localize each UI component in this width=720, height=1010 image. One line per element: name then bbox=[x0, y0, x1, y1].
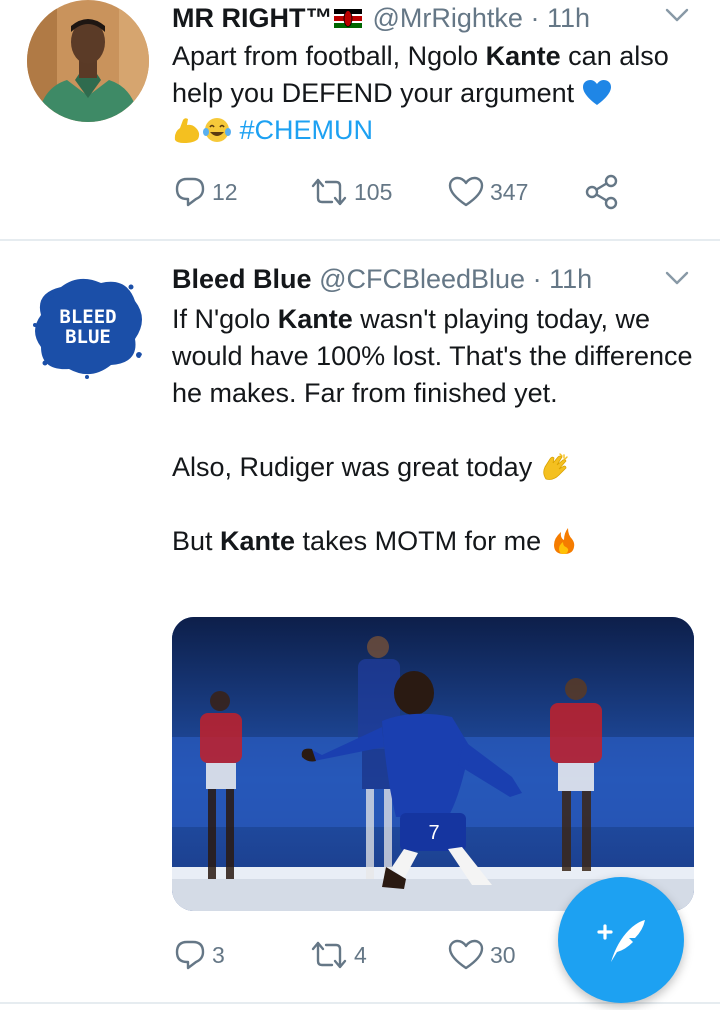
tweet-text-segment: Apart from football, Ngolo bbox=[172, 41, 486, 71]
reply-icon bbox=[175, 940, 205, 970]
reply-button[interactable]: 3 bbox=[174, 935, 225, 975]
reply-count: 3 bbox=[212, 941, 225, 968]
retweet-count: 4 bbox=[354, 941, 367, 968]
retweet-icon bbox=[311, 178, 347, 206]
separator-dot: · bbox=[532, 264, 542, 294]
tweet-media-image[interactable]: 7 bbox=[172, 617, 694, 911]
share-icon bbox=[585, 174, 618, 210]
tweet-paragraph: But Kante takes MOTM for me bbox=[172, 523, 702, 560]
reply-icon bbox=[175, 177, 205, 207]
avatar-text: BLUE bbox=[65, 326, 111, 348]
user-handle[interactable]: @MrRightke bbox=[372, 3, 522, 33]
retweet-icon bbox=[311, 941, 347, 969]
display-name[interactable]: Bleed Blue bbox=[172, 264, 312, 294]
avatar[interactable]: BLEED BLUE bbox=[27, 265, 149, 387]
tweet-text: If N'golo Kante wasn't playing today, we… bbox=[172, 301, 702, 560]
fire-emoji-icon bbox=[553, 528, 574, 554]
tweet-text-segment: If N'golo bbox=[172, 304, 278, 334]
like-button[interactable]: 347 bbox=[448, 172, 528, 212]
tweet-actions: 12 105 347 bbox=[172, 172, 632, 212]
tweet-header: MR RIGHT™ @MrRightke · 11h bbox=[172, 2, 590, 38]
tweet-text-bold: Kante bbox=[220, 526, 296, 556]
tweet-text-segment: takes MOTM for me bbox=[295, 526, 549, 556]
tears-of-joy-emoji-icon bbox=[203, 118, 231, 142]
clapping-hands-emoji-icon bbox=[543, 453, 568, 480]
like-count: 30 bbox=[490, 941, 516, 968]
tweet-paragraph: Also, Rudiger was great today bbox=[172, 449, 702, 486]
tweet-text-bold: Kante bbox=[277, 304, 353, 334]
hashtag-link[interactable]: #CHEMUN bbox=[240, 115, 374, 145]
kenya-flag-icon bbox=[334, 9, 363, 28]
tweet-text-bold: Kante bbox=[485, 41, 561, 71]
share-button[interactable] bbox=[584, 172, 620, 212]
heart-icon bbox=[448, 176, 484, 207]
heart-icon bbox=[448, 939, 484, 970]
reply-count: 12 bbox=[212, 178, 238, 205]
reply-button[interactable]: 12 bbox=[174, 172, 238, 212]
svg-text:7: 7 bbox=[428, 822, 439, 844]
tweet[interactable]: MR RIGHT™ @MrRightke · 11h Apart from fo… bbox=[0, 0, 720, 240]
tweet-paragraph: If N'golo Kante wasn't playing today, we… bbox=[172, 301, 702, 412]
tweet-header: Bleed Blue @CFCBleedBlue · 11h bbox=[172, 263, 592, 299]
like-button[interactable]: 30 bbox=[448, 935, 516, 975]
retweet-button[interactable]: 105 bbox=[310, 172, 392, 212]
chevron-down-icon[interactable] bbox=[664, 269, 690, 287]
tweet-text-segment: But bbox=[172, 526, 221, 556]
retweet-count: 105 bbox=[354, 178, 393, 205]
like-count: 347 bbox=[490, 178, 529, 205]
blue-heart-emoji-icon bbox=[582, 80, 611, 105]
avatar-text: BLEED bbox=[59, 306, 116, 328]
separator-dot: · bbox=[530, 3, 540, 33]
tweet-text-segment: Also, Rudiger was great today bbox=[172, 452, 540, 482]
flexed-biceps-emoji-icon bbox=[174, 118, 200, 143]
tweet-text: Apart from football, Ngolo Kante can als… bbox=[172, 38, 702, 149]
compose-tweet-button[interactable] bbox=[558, 877, 684, 1003]
display-name[interactable]: MR RIGHT™ bbox=[172, 3, 332, 33]
user-handle[interactable]: @CFCBleedBlue bbox=[319, 264, 525, 294]
timestamp[interactable]: 11h bbox=[547, 3, 590, 33]
retweet-button[interactable]: 4 bbox=[310, 935, 367, 975]
chevron-down-icon[interactable] bbox=[664, 6, 690, 24]
compose-tweet-icon bbox=[597, 920, 645, 962]
timestamp[interactable]: 11h bbox=[549, 264, 592, 294]
avatar[interactable] bbox=[27, 0, 149, 122]
